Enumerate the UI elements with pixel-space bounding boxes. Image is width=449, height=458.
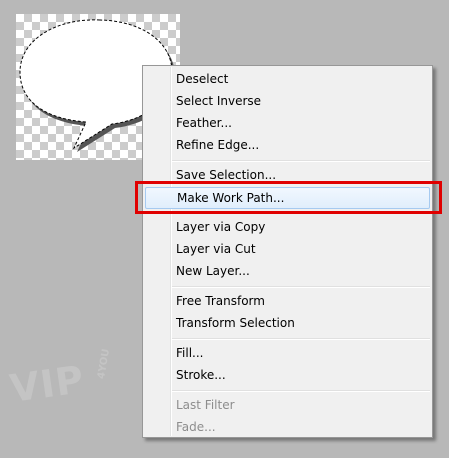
menu-separator xyxy=(172,286,430,288)
menu-item-transform-selection[interactable]: Transform Selection xyxy=(143,312,432,334)
menu-separator xyxy=(172,338,430,340)
menu-item-stroke[interactable]: Stroke... xyxy=(143,364,432,386)
watermark-logo: VIP xyxy=(7,357,88,411)
menu-item-layer-via-cut[interactable]: Layer via Cut xyxy=(143,238,432,260)
watermark-subtext: 4YOU xyxy=(96,347,113,380)
menu-item-refine-edge[interactable]: Refine Edge... xyxy=(143,134,432,156)
menu-item-deselect[interactable]: Deselect xyxy=(143,68,432,90)
menu-item-fade: Fade... xyxy=(176,420,216,434)
menu-item-fill[interactable]: Fill... xyxy=(143,342,432,364)
menu-item-new-layer[interactable]: New Layer... xyxy=(143,260,432,282)
menu-item-feather[interactable]: Feather... xyxy=(143,112,432,134)
menu-item-last-filter: Last Filter xyxy=(176,398,235,412)
annotation-highlight-box xyxy=(135,181,442,214)
menu-separator xyxy=(172,390,430,392)
menu-item-select-inverse[interactable]: Select Inverse xyxy=(143,90,432,112)
menu-item-layer-via-copy[interactable]: Layer via Copy xyxy=(143,216,432,238)
menu-item-free-transform[interactable]: Free Transform xyxy=(143,290,432,312)
menu-separator xyxy=(172,160,430,162)
context-menu: Deselect Select Inverse Feather... Refin… xyxy=(142,65,433,438)
